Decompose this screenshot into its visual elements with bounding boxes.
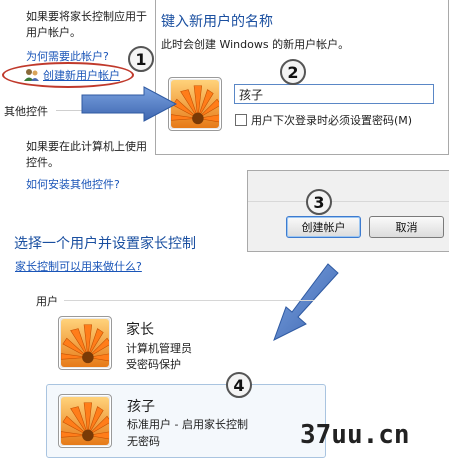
parental-controls-help-link[interactable]: 家长控制可以用来做什么?: [15, 258, 142, 274]
child-role: 标准用户 - 启用家长控制: [127, 418, 248, 431]
parent-password-status: 受密码保护: [126, 358, 181, 371]
intro-text-line1: 如果要将家长控制应用于: [26, 10, 147, 23]
user-name-input[interactable]: 孩子: [234, 84, 434, 104]
create-account-button[interactable]: 创建帐户: [286, 216, 361, 238]
parent-name: 家长: [126, 322, 154, 338]
password-checkbox[interactable]: [235, 114, 247, 126]
highlight-oval: [2, 62, 134, 88]
dialog-title: 键入新用户的名称: [161, 14, 273, 30]
step-marker-4: 4: [226, 372, 252, 398]
parent-avatar: [58, 316, 112, 370]
password-checkbox-label: 用户下次登录时必须设置密码(M): [251, 114, 413, 127]
other-text-line2: 控件。: [26, 156, 59, 169]
buttons-divider: [248, 201, 449, 202]
parent-role: 计算机管理员: [126, 342, 192, 355]
select-user-heading: 选择一个用户并设置家长控制: [14, 236, 196, 252]
install-controls-link[interactable]: 如何安装其他控件?: [26, 176, 120, 192]
child-name: 孩子: [127, 399, 155, 415]
user-name-value: 孩子: [239, 88, 264, 102]
user-card-child[interactable]: 孩子 标准用户 - 启用家长控制 无密码: [46, 384, 326, 458]
other-controls-heading: 其他控件: [4, 105, 48, 118]
orange-flower-icon: [61, 397, 109, 445]
cancel-button[interactable]: 取消: [369, 216, 444, 238]
step-marker-2: 2: [280, 59, 306, 85]
password-checkbox-row[interactable]: 用户下次登录时必须设置密码(M): [235, 112, 412, 128]
dialog-subtitle: 此时会创建 Windows 的新用户帐户。: [161, 38, 350, 51]
intro-text-line2: 用户帐户。: [26, 26, 81, 39]
dialog-buttons-panel: [247, 170, 449, 252]
blue-arrow-right: [81, 86, 178, 122]
users-label: 用户: [36, 295, 58, 308]
users-divider: [64, 300, 314, 301]
orange-flower-icon: [61, 319, 109, 367]
child-avatar: [58, 394, 112, 448]
step-marker-3: 3: [306, 189, 332, 215]
child-password-status: 无密码: [127, 435, 160, 448]
other-text-line1: 如果要在此计算机上使用: [26, 140, 147, 153]
watermark: 37uu.cn: [300, 420, 410, 450]
user-card-parent[interactable]: 家长 计算机管理员 受密码保护: [50, 312, 320, 372]
step-marker-1: 1: [128, 46, 154, 72]
